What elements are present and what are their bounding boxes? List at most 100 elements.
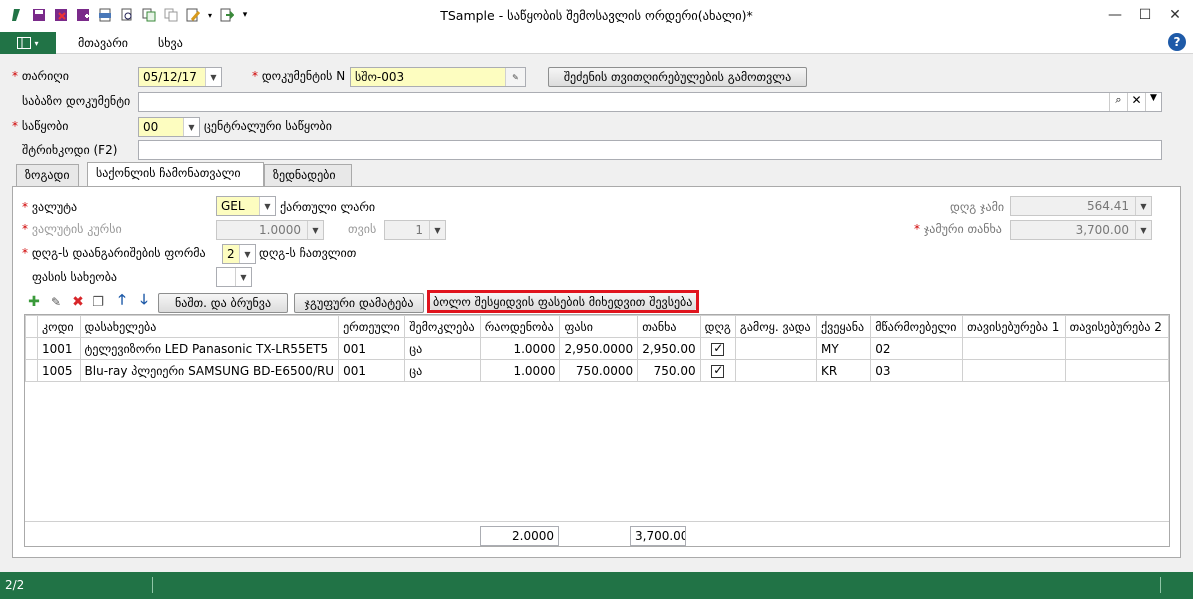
move-up-icon[interactable]: 🡑 [114, 292, 130, 309]
warehouse-name: ცენტრალური საწყობი [204, 119, 332, 133]
file-menu-button[interactable]: ▾ [0, 32, 56, 54]
vat-form-dropdown-icon[interactable]: ▼ [239, 245, 255, 263]
close-icon[interactable]: ✕ [1160, 4, 1190, 26]
help-icon[interactable]: ? [1168, 33, 1186, 51]
date-value: 05/12/17 [143, 70, 197, 84]
column-header[interactable]: თანხა [637, 315, 701, 338]
barcode-label: შტრიხკოდი (F2) [22, 143, 118, 157]
group-add-button[interactable]: ჯგუფური დამატება [294, 293, 424, 313]
column-header[interactable]: დღგ [699, 315, 736, 338]
price-type-field[interactable]: ▼ [216, 267, 252, 287]
wand-icon[interactable]: ✎ [505, 68, 525, 86]
price-type-dropdown-icon[interactable]: ▼ [235, 268, 251, 286]
for-dropdown-icon[interactable]: ▼ [429, 221, 445, 239]
required-mark: * [22, 246, 28, 260]
cell-code[interactable]: 1005 [37, 359, 81, 382]
column-header[interactable]: რაოდენობა [479, 315, 561, 338]
ribbon-tab-other[interactable]: სხვა [158, 36, 183, 50]
cell-feature2[interactable] [1064, 337, 1169, 360]
row-selector[interactable] [25, 337, 39, 360]
lookup-search-icon[interactable]: ⌕ [1109, 93, 1127, 111]
rate-field[interactable]: 1.0000 ▼ [216, 220, 324, 240]
vat-form-field[interactable]: 2 ▼ [222, 244, 256, 264]
column-header[interactable]: თავისებურება 2 [1064, 315, 1169, 338]
column-header[interactable]: ქვეყანა [816, 315, 872, 338]
date-field[interactable]: 05/12/17 ▼ [138, 67, 222, 87]
warehouse-dropdown-icon[interactable]: ▼ [183, 118, 199, 136]
column-header[interactable]: დასახელება [79, 315, 340, 338]
window-title: TSample - საწყობის შემოსავლის ორდერი(ახა… [440, 8, 753, 23]
row-selector[interactable] [25, 359, 39, 382]
required-mark: * [12, 119, 18, 133]
cell-code[interactable]: 1001 [37, 337, 81, 360]
calc-cost-button[interactable]: შეძენის თვითღირებულების გამოთვლა [548, 67, 807, 87]
column-header[interactable]: ფასი [559, 315, 639, 338]
table-row[interactable]: 1001 ტელევიზორი LED Panasonic TX-LR55ET5… [25, 337, 1169, 360]
tab-waybill[interactable]: ზედნადები [264, 164, 352, 186]
vat-total-dropdown-icon[interactable]: ▼ [1135, 197, 1151, 215]
maximize-icon[interactable]: ☐ [1130, 4, 1160, 26]
cell-qty[interactable]: 1.0000 [479, 359, 561, 382]
cell-short[interactable]: ცა [404, 359, 481, 382]
cell-country[interactable]: KR [816, 359, 872, 382]
edit-row-icon[interactable]: ✎ [48, 294, 64, 310]
clear-icon[interactable]: ✕ [1127, 93, 1145, 111]
column-header[interactable]: კოდი [37, 315, 81, 338]
cell-short[interactable]: ცა [404, 337, 481, 360]
tab-goods-list[interactable]: საქონლის ჩამონათვალი [87, 162, 264, 187]
basedoc-field[interactable]: ⌕ ✕ ▼ [138, 92, 1162, 112]
cell-expiry[interactable] [734, 337, 818, 360]
date-dropdown-icon[interactable]: ▼ [205, 68, 221, 86]
cell-feature2[interactable] [1064, 359, 1169, 382]
column-header[interactable]: მწარმოებელი [870, 315, 964, 338]
total-dropdown-icon[interactable]: ▼ [1135, 221, 1151, 239]
column-header[interactable]: შემოკლება [404, 315, 481, 338]
cell-price[interactable]: 750.0000 [559, 359, 639, 382]
move-down-icon[interactable]: 🡓 [136, 292, 152, 309]
column-header[interactable]: თავისებურება 1 [962, 315, 1066, 338]
basedoc-dropdown-icon[interactable]: ▼ [1145, 93, 1161, 111]
vat-total-field[interactable]: 564.41 ▼ [1010, 196, 1152, 216]
cell-vat[interactable] [699, 337, 736, 360]
cell-manufacturer[interactable]: 02 [870, 337, 964, 360]
cell-unit[interactable]: 001 [338, 359, 406, 382]
items-grid: კოდი დასახელება ერთეული შემოკლება რაოდენ… [24, 314, 1170, 547]
status-divider [152, 577, 153, 593]
cell-expiry[interactable] [734, 359, 818, 382]
cell-name[interactable]: Blu-ray პლეიერი SAMSUNG BD-E6500/RU [79, 359, 340, 382]
copy-row-icon[interactable]: ❐ [90, 294, 106, 310]
fill-last-prices-button[interactable]: ბოლო შესყიდვის ფასების მიხედვით შევსება [430, 293, 696, 310]
currency-field[interactable]: GEL ▼ [216, 196, 276, 216]
cell-price[interactable]: 2,950.0000 [559, 337, 639, 360]
cell-vat[interactable] [699, 359, 736, 382]
cell-qty[interactable]: 1.0000 [479, 337, 561, 360]
tab-general[interactable]: ზოგადი [16, 164, 79, 186]
delete-row-icon[interactable]: ✖ [70, 294, 86, 310]
add-row-icon[interactable]: ✚ [26, 294, 42, 310]
cell-country[interactable]: MY [816, 337, 872, 360]
status-bar: 2/2 [0, 572, 1193, 599]
warehouse-field[interactable]: 00 ▼ [138, 117, 200, 137]
ribbon-tab-main[interactable]: მთავარი [78, 36, 128, 50]
cell-unit[interactable]: 001 [338, 337, 406, 360]
items-table: კოდი დასახელება ერთეული შემოკლება რაოდენ… [25, 315, 1169, 382]
column-header[interactable]: გამოყ. ვადა [734, 315, 818, 338]
balance-turnover-button[interactable]: ნაშთ. და ბრუნვა [158, 293, 288, 313]
cell-feature1[interactable] [962, 359, 1066, 382]
table-row[interactable]: 1005 Blu-ray პლეიერი SAMSUNG BD-E6500/RU… [25, 359, 1169, 382]
vat-checkbox[interactable] [711, 341, 725, 356]
cell-manufacturer[interactable]: 03 [870, 359, 964, 382]
cell-amount[interactable]: 750.00 [637, 359, 701, 382]
docnum-field[interactable]: სშო-003 ✎ [350, 67, 526, 87]
for-field[interactable]: 1 ▼ [384, 220, 446, 240]
minimize-icon[interactable]: — [1100, 4, 1130, 26]
rate-dropdown-icon[interactable]: ▼ [307, 221, 323, 239]
cell-amount[interactable]: 2,950.00 [637, 337, 701, 360]
total-field[interactable]: 3,700.00 ▼ [1010, 220, 1152, 240]
barcode-field[interactable] [138, 140, 1162, 160]
currency-dropdown-icon[interactable]: ▼ [259, 197, 275, 215]
column-header[interactable]: ერთეული [338, 315, 406, 338]
cell-name[interactable]: ტელევიზორი LED Panasonic TX-LR55ET5 [79, 337, 340, 360]
vat-checkbox[interactable] [711, 363, 725, 378]
cell-feature1[interactable] [962, 337, 1066, 360]
